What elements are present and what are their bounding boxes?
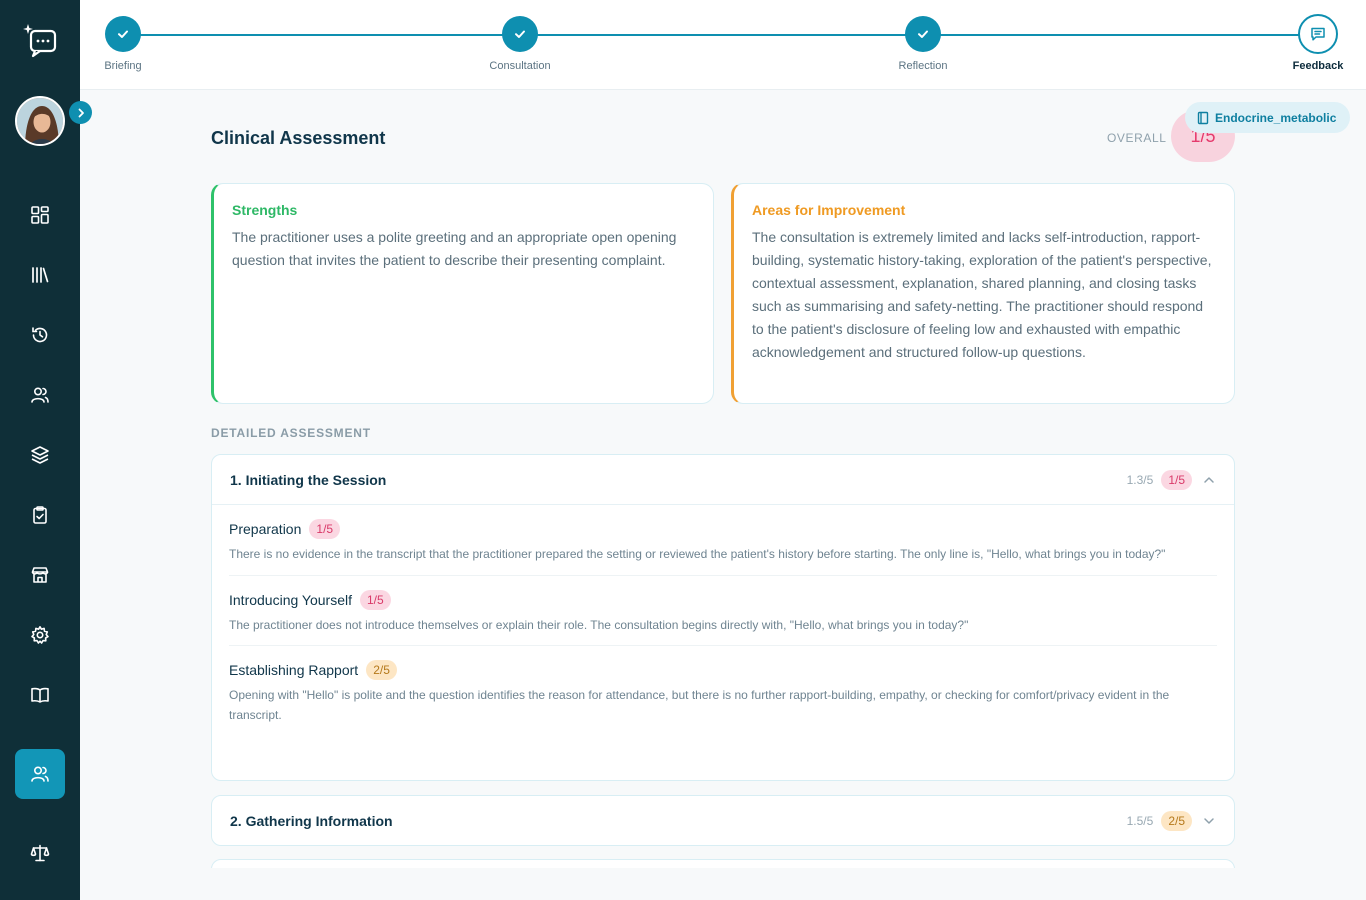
message-icon <box>1298 14 1338 54</box>
dashboard-icon[interactable] <box>28 203 52 227</box>
page-title: Clinical Assessment <box>211 128 386 148</box>
section-gathering-information: 2. Gathering Information 1.5/5 2/5 <box>211 795 1235 846</box>
strengths-heading: Strengths <box>232 202 298 218</box>
clipboard-check-icon[interactable] <box>28 503 52 527</box>
item-score-badge: 1/5 <box>309 519 341 539</box>
check-icon <box>105 16 141 52</box>
section-score-badge: 2/5 <box>1161 810 1192 831</box>
section-score-badge: 1/5 <box>1161 469 1192 490</box>
item-name: Establishing Rapport <box>229 662 359 678</box>
section-next-collapsed[interactable] <box>211 859 1235 868</box>
improvement-card: Areas for Improvement The consultation i… <box>731 183 1235 404</box>
item-name: Preparation <box>229 521 302 537</box>
chevron-down-icon[interactable] <box>1202 814 1216 828</box>
section-average: 1.5/5 <box>1126 813 1154 828</box>
section-title: 2. Gathering Information <box>230 812 393 829</box>
list-item: Introducing Yourself 1/5 The practitione… <box>229 576 1217 646</box>
overall-label: OVERALL <box>1107 131 1167 145</box>
item-score-badge: 2/5 <box>366 660 397 680</box>
check-icon <box>905 16 941 52</box>
book-icon <box>1197 111 1209 124</box>
list-item: Preparation 1/5 There is no evidence in … <box>229 505 1217 576</box>
section-clip <box>211 859 1235 868</box>
item-text: The practitioner does not introduce them… <box>229 617 969 632</box>
progress-stepper: Briefing Consultation Reflection Feedbac… <box>80 0 1366 90</box>
history-icon[interactable] <box>28 323 52 347</box>
step-consultation[interactable]: Consultation <box>475 16 565 72</box>
sidebar <box>0 0 92 900</box>
check-icon <box>502 16 538 52</box>
topic-chip[interactable]: Endocrine_metabolic <box>1185 102 1351 133</box>
item-text: Opening with "Hello" is polite and the q… <box>229 688 1170 722</box>
item-name: Introducing Yourself <box>229 591 352 608</box>
step-label: Feedback <box>1292 60 1344 72</box>
improvement-text: The consultation is extremely limited an… <box>752 229 1212 360</box>
item-score-badge: 1/5 <box>359 589 391 610</box>
section-title: 1. Initiating the Session <box>230 471 387 488</box>
item-text: There is no evidence in the transcript t… <box>229 547 1166 561</box>
section-average: 1.3/5 <box>1126 472 1154 487</box>
step-reflection[interactable]: Reflection <box>878 16 968 72</box>
summary-cards: Strengths The practitioner uses a polite… <box>211 183 1235 404</box>
layers-icon[interactable] <box>28 443 52 467</box>
strengths-text: The practitioner uses a polite greeting … <box>232 229 677 268</box>
gear-icon[interactable] <box>28 623 52 647</box>
step-label: Consultation <box>489 60 551 72</box>
detailed-assessment-label: DETAILED ASSESSMENT <box>211 426 371 440</box>
store-icon[interactable] <box>28 563 52 587</box>
avatar[interactable] <box>15 96 65 146</box>
section-body: Preparation 1/5 There is no evidence in … <box>212 504 1234 735</box>
topic-chip-label: Endocrine_metabolic <box>1215 110 1337 125</box>
step-briefing[interactable]: Briefing <box>78 16 168 72</box>
improvement-heading: Areas for Improvement <box>752 202 906 218</box>
step-feedback[interactable]: Feedback <box>1273 14 1363 72</box>
section-header[interactable]: 2. Gathering Information 1.5/5 2/5 <box>212 796 1234 845</box>
list-item: Establishing Rapport 2/5 Opening with "H… <box>229 646 1217 735</box>
chevron-right-icon <box>78 108 84 117</box>
section-header[interactable]: 1. Initiating the Session 1.3/5 1/5 <box>212 455 1234 504</box>
stepper-line <box>123 34 1318 36</box>
expand-sidebar-button[interactable] <box>69 101 92 124</box>
app-logo-icon[interactable] <box>22 22 58 58</box>
step-label: Reflection <box>898 60 948 72</box>
users-icon[interactable] <box>28 383 52 407</box>
library-icon[interactable] <box>28 263 52 287</box>
scale-icon[interactable] <box>28 841 52 865</box>
strengths-card: Strengths The practitioner uses a polite… <box>211 183 714 404</box>
section-initiating-session: 1. Initiating the Session 1.3/5 1/5 Prep… <box>211 454 1235 781</box>
chevron-up-icon[interactable] <box>1202 473 1216 487</box>
book-icon[interactable] <box>28 683 52 707</box>
group-icon[interactable] <box>15 749 65 799</box>
step-label: Briefing <box>104 60 142 72</box>
